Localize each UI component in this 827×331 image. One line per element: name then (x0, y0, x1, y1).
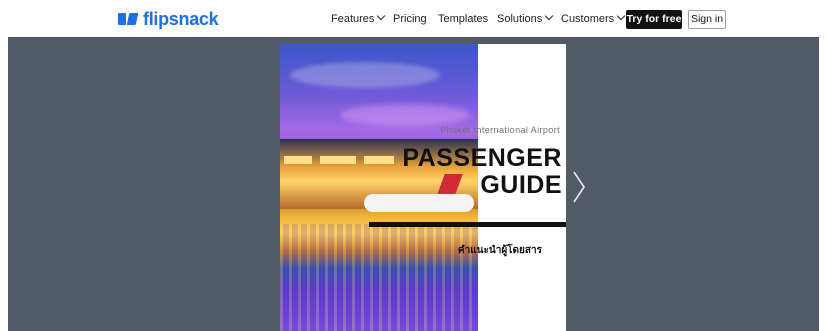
flipbook-cover-page[interactable]: Phuket International Airport PASSENGER G… (280, 44, 566, 331)
cover-thai-text: คำแนะนำผู้โดยสาร (457, 245, 542, 256)
chevron-down-icon (616, 11, 626, 21)
nav-features-label: Features (331, 13, 375, 25)
sign-in-button[interactable]: Sign in (688, 10, 726, 29)
nav-customers[interactable]: Customers (561, 11, 626, 27)
nav-templates[interactable]: Templates (438, 11, 488, 27)
top-navbar: flipsnack Features Pricing Templates Sol… (0, 0, 827, 37)
nav-templates-label: Templates (438, 13, 489, 25)
logo-text: flipsnack (143, 9, 219, 29)
nav-solutions-label: Solutions (497, 13, 543, 25)
chevron-down-icon (377, 11, 386, 21)
cover-subtitle: Phuket International Airport (440, 125, 560, 135)
cover-title-line1: PASSENGER (402, 144, 562, 172)
try-for-free-button[interactable]: Try for free (626, 10, 682, 29)
chevron-down-icon (545, 11, 554, 21)
nav-customers-label: Customers (561, 13, 615, 25)
chevron-right-icon[interactable] (572, 170, 586, 204)
flipsnack-logo[interactable]: flipsnack (118, 9, 219, 29)
nav-pricing-label: Pricing (393, 13, 427, 25)
nav-pricing[interactable]: Pricing (393, 11, 427, 27)
flipsnack-logo-icon (118, 12, 139, 26)
cover-title-line2: GUIDE (480, 171, 562, 199)
nav-features[interactable]: Features (331, 11, 386, 27)
nav-solutions[interactable]: Solutions (497, 11, 554, 27)
cover-divider (369, 222, 566, 227)
